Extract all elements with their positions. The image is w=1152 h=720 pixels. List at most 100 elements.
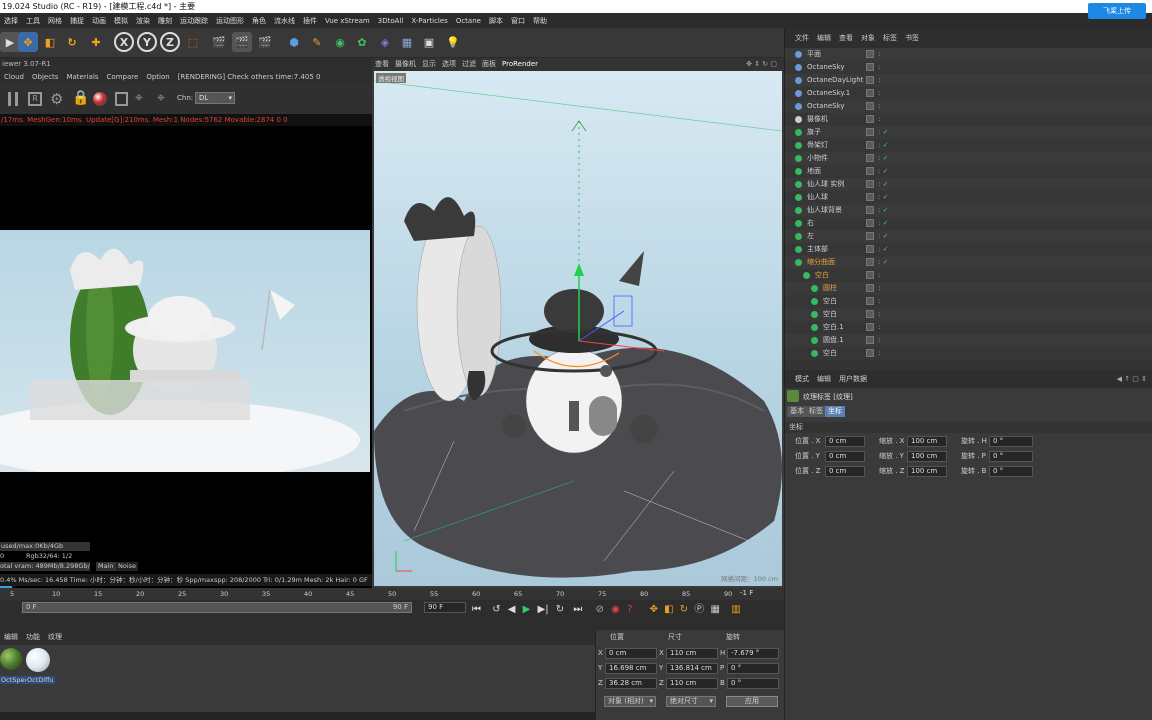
cycle-icon[interactable]: ↻ [556, 604, 564, 615]
render-view-icon[interactable]: 🎬 [209, 32, 229, 52]
visibility-toggle[interactable] [866, 102, 874, 110]
object-row[interactable]: OctaneSky: [785, 61, 1152, 74]
nav-arrows-icon[interactable]: ◀ ↑ ▢ ⇕ [1117, 370, 1147, 388]
render-menu-item[interactable]: Option [142, 73, 173, 81]
attr-menu-item[interactable]: 编辑 [813, 375, 835, 383]
object-row[interactable]: 圆盘.1: [785, 334, 1152, 347]
viewport-menu-item[interactable]: 显示 [419, 60, 439, 68]
visibility-toggle[interactable] [866, 50, 874, 58]
viewport-menu-item[interactable]: 选项 [439, 60, 459, 68]
attr-tab-basic[interactable]: 基本 [787, 406, 807, 417]
channel-select[interactable]: DL ▾ [195, 92, 235, 104]
light-icon[interactable]: 💡 [443, 32, 463, 52]
cloud-upload-button[interactable]: 飞桨上传 [1088, 3, 1146, 19]
menu-item[interactable]: 脚本 [485, 14, 507, 29]
visibility-toggle[interactable] [866, 141, 874, 149]
render-state-icon[interactable]: : [878, 113, 880, 126]
object-row[interactable]: 平面: [785, 48, 1152, 61]
object-row[interactable]: 仙人球: ✓ [785, 191, 1152, 204]
key-rotate-icon[interactable]: ↻ [680, 604, 688, 615]
record-off-icon[interactable]: ⊘ [596, 604, 604, 615]
settings-gear-icon[interactable]: ⚙ [50, 90, 63, 108]
visibility-toggle[interactable] [866, 349, 874, 357]
camera-icon[interactable]: ▣ [419, 32, 439, 52]
visibility-toggle[interactable] [866, 336, 874, 344]
auto-key-icon[interactable]: ? [627, 604, 632, 615]
timeline-editor-icon[interactable]: ▥ [731, 604, 740, 615]
timeline-ruler[interactable]: 5 10 15 20 25 30 35 40 45 50 55 60 65 70 75 80 85 90 [0, 588, 784, 600]
object-row[interactable]: 圆柱: [785, 282, 1152, 295]
object-row[interactable]: 空白.1: [785, 321, 1152, 334]
menu-item[interactable]: 窗口 [507, 14, 529, 29]
coord-rotation-field[interactable]: 0 ° [727, 678, 779, 689]
render-state-icon[interactable]: : ✓ [878, 126, 888, 139]
position-field[interactable]: 0 cm [825, 466, 865, 477]
coord-position-field[interactable]: 0 cm [605, 648, 657, 659]
visibility-toggle[interactable] [866, 258, 874, 266]
coord-position-field[interactable]: 16.698 cm [605, 663, 657, 674]
object-row[interactable]: 摄像机: [785, 113, 1152, 126]
menu-item[interactable]: Vue xStream [321, 14, 374, 29]
world-coord-icon[interactable]: ⬚ [183, 32, 203, 52]
om-menu-item[interactable]: 文件 [791, 34, 813, 42]
object-row[interactable]: 空白: [785, 295, 1152, 308]
z-axis-lock-icon[interactable]: Z [160, 32, 180, 52]
render-state-icon[interactable]: : [878, 334, 880, 347]
visibility-toggle[interactable] [866, 167, 874, 175]
visibility-toggle[interactable] [866, 154, 874, 162]
menu-item[interactable]: 流水线 [270, 14, 299, 29]
menu-item[interactable]: 模拟 [110, 14, 132, 29]
object-row[interactable]: OctaneSky.1: [785, 87, 1152, 100]
render-state-icon[interactable]: : [878, 295, 880, 308]
object-row[interactable]: 空白: [785, 308, 1152, 321]
render-state-icon[interactable]: : ✓ [878, 256, 888, 269]
om-menu-item[interactable]: 标签 [879, 34, 901, 42]
object-row[interactable]: 主体部: ✓ [785, 243, 1152, 256]
move-tool-icon[interactable]: ✥ [18, 32, 38, 52]
visibility-toggle[interactable] [866, 310, 874, 318]
rotation-field[interactable]: 0 ° [989, 436, 1033, 447]
visibility-toggle[interactable] [866, 89, 874, 97]
viewport-menu-item[interactable]: 查看 [372, 60, 392, 68]
material-ball-oct-spec[interactable] [0, 648, 22, 670]
deformer-icon[interactable]: ◈ [375, 32, 395, 52]
render-state-icon[interactable]: : ✓ [878, 243, 888, 256]
menu-item[interactable]: Octane [452, 14, 485, 29]
coord-size-field[interactable]: 136.814 cm [666, 663, 718, 674]
add-tool-icon[interactable]: ✚ [86, 32, 106, 52]
timeline-range-slider[interactable]: 0 F 90 F [22, 602, 412, 613]
menu-item[interactable]: 帮助 [529, 14, 551, 29]
render-state-icon[interactable]: : [878, 308, 880, 321]
pen-icon[interactable]: ✎ [307, 32, 327, 52]
object-row[interactable]: 地面: ✓ [785, 165, 1152, 178]
visibility-toggle[interactable] [866, 232, 874, 240]
menu-item[interactable]: 捕捉 [66, 14, 88, 29]
object-row[interactable]: 骨架灯: ✓ [785, 139, 1152, 152]
apply-button[interactable]: 应用 [726, 696, 778, 707]
render-menu-item[interactable]: Compare [103, 73, 143, 81]
visibility-toggle[interactable] [866, 219, 874, 227]
object-row[interactable]: 缩分曲面: ✓ [785, 256, 1152, 269]
menu-item[interactable]: 选择 [0, 14, 22, 29]
render-picture-viewer-icon[interactable]: 🎬 [232, 32, 252, 52]
pause-icon[interactable] [8, 92, 18, 106]
scale-field[interactable]: 100 cm [907, 451, 947, 462]
om-menu-item[interactable]: 编辑 [813, 34, 835, 42]
pick-material-icon[interactable]: ⌖ [157, 90, 165, 106]
coord-mode-select[interactable]: 对象 (相对) ▾ [604, 696, 656, 707]
menu-item[interactable]: 插件 [299, 14, 321, 29]
cloner-icon[interactable]: ✿ [352, 32, 372, 52]
menu-item[interactable]: 渲染 [132, 14, 154, 29]
rotation-field[interactable]: 0 ° [989, 451, 1033, 462]
visibility-toggle[interactable] [866, 193, 874, 201]
mat-menu-item[interactable]: 功能 [22, 633, 44, 641]
render-menu-item[interactable]: Cloud [0, 73, 28, 81]
render-state-icon[interactable]: : ✓ [878, 204, 888, 217]
coord-position-field[interactable]: 36.28 cm [605, 678, 657, 689]
goto-end-icon[interactable]: ⏭ [573, 604, 582, 615]
scale-tool-icon[interactable]: ◧ [40, 32, 60, 52]
render-state-icon[interactable]: : [878, 282, 880, 295]
object-row[interactable]: 空白: [785, 347, 1152, 360]
visibility-toggle[interactable] [866, 76, 874, 84]
object-row[interactable]: OctaneDayLight: [785, 74, 1152, 87]
